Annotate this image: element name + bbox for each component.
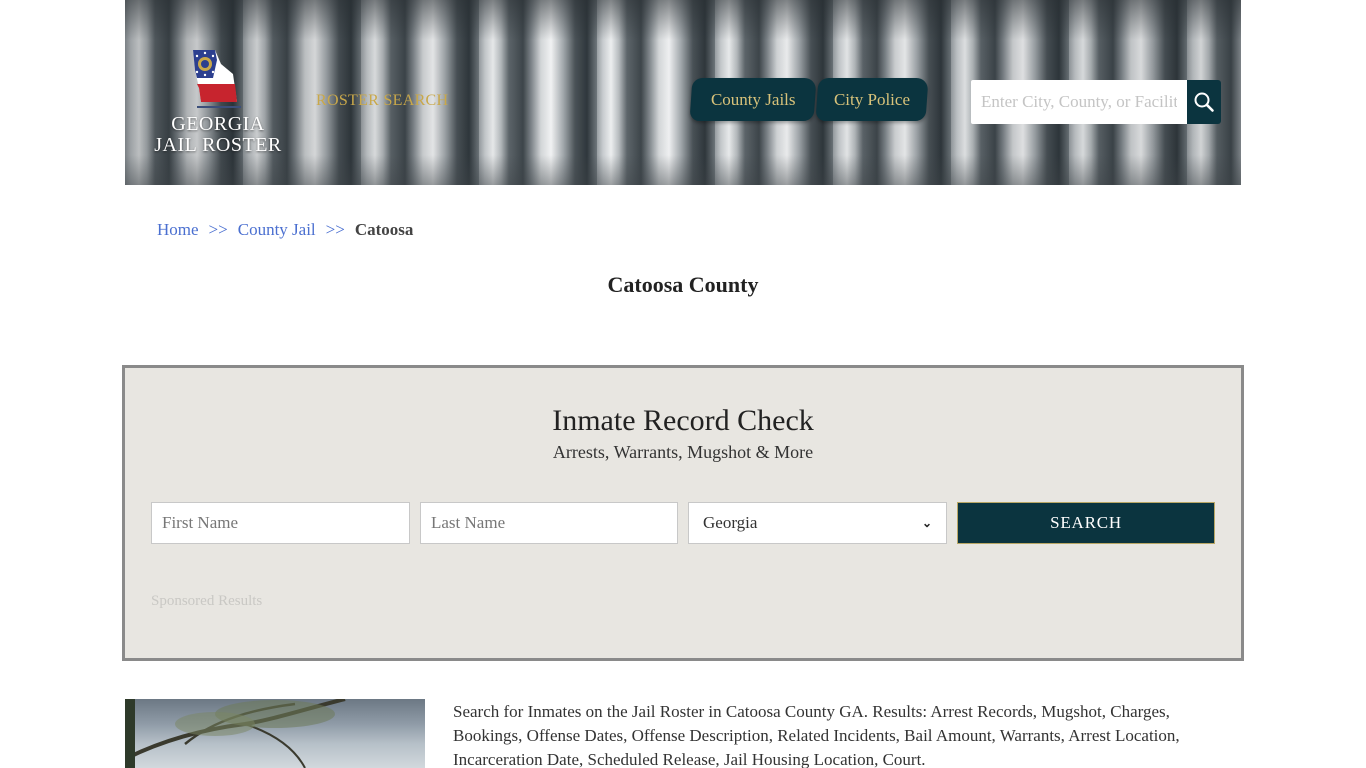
state-select[interactable]: Georgia ⌄ — [688, 502, 947, 544]
nav-tab-county-jails[interactable]: County Jails — [689, 78, 817, 121]
facility-search-button[interactable] — [1187, 80, 1221, 124]
county-description: Search for Inmates on the Jail Roster in… — [453, 702, 1180, 768]
record-check-subtitle: Arrests, Warrants, Mugshot & More — [552, 442, 814, 462]
search-button[interactable]: SEARCH — [957, 502, 1215, 544]
breadcrumb-separator: >> — [325, 220, 345, 239]
logo-divider — [197, 106, 241, 108]
breadcrumb-current: Catoosa — [354, 220, 414, 239]
georgia-flag-map-icon — [193, 50, 237, 102]
last-name-input[interactable] — [420, 502, 678, 544]
chevron-down-icon: ⌄ — [921, 515, 932, 530]
header-banner: GEORGIA JAIL ROSTER ROSTER SEARCH County… — [125, 0, 1241, 185]
page-title: Catoosa County — [607, 272, 759, 297]
logo-line-1: GEORGIA — [171, 113, 265, 135]
roster-search-link[interactable]: ROSTER SEARCH — [316, 92, 448, 110]
tree-image — [125, 699, 346, 768]
county-photo — [125, 699, 425, 768]
record-check-title: Inmate Record Check — [552, 404, 814, 437]
facility-search-input[interactable] — [971, 80, 1187, 124]
state-select-value: Georgia — [703, 513, 758, 532]
search-icon — [1194, 92, 1214, 112]
breadcrumb-home[interactable]: Home — [157, 220, 199, 240]
breadcrumb-separator: >> — [208, 220, 228, 239]
first-name-input[interactable] — [151, 502, 410, 544]
nav-tab-city-police[interactable]: City Police — [815, 78, 929, 121]
sponsored-results-label: Sponsored Results — [151, 593, 263, 609]
inmate-record-check-panel: Inmate Record Check Arrests, Warrants, M… — [122, 365, 1244, 661]
breadcrumb-county-jail[interactable]: County Jail — [238, 220, 316, 240]
site-logo[interactable]: GEORGIA JAIL ROSTER — [153, 44, 283, 164]
nav-tab-label: County Jails — [710, 89, 796, 109]
logo-text: GEORGIA JAIL ROSTER — [153, 114, 283, 156]
breadcrumb: Home >> County Jail >> Catoosa — [157, 220, 413, 240]
nav-tab-label: City Police — [833, 89, 911, 109]
logo-line-2: JAIL ROSTER — [154, 134, 282, 156]
